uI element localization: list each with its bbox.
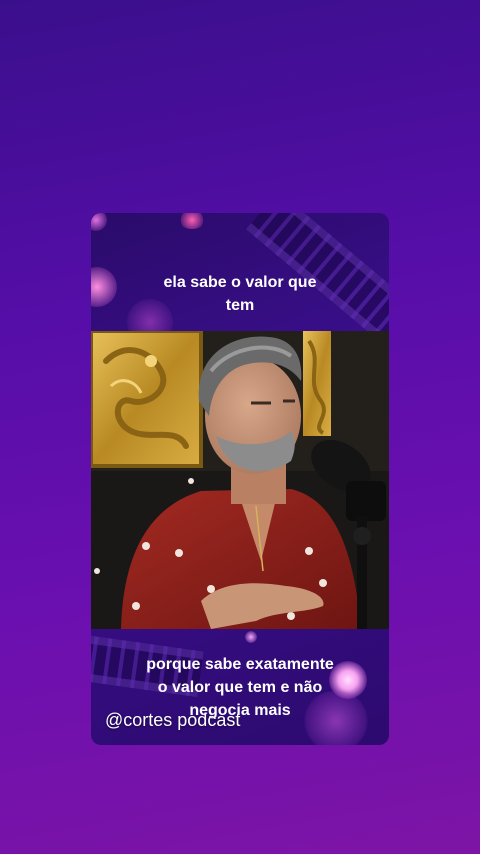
bokeh-light: [179, 213, 205, 229]
video-scene: [91, 331, 389, 629]
bokeh-light: [91, 213, 107, 231]
channel-watermark: @cortes podcast: [105, 710, 241, 730]
video-post-card[interactable]: ela sabe o valor que tem porque sabe exa…: [91, 213, 389, 745]
bokeh-light: [245, 631, 257, 643]
video-frame[interactable]: [91, 331, 389, 629]
caption-top: ela sabe o valor que tem: [163, 274, 317, 314]
